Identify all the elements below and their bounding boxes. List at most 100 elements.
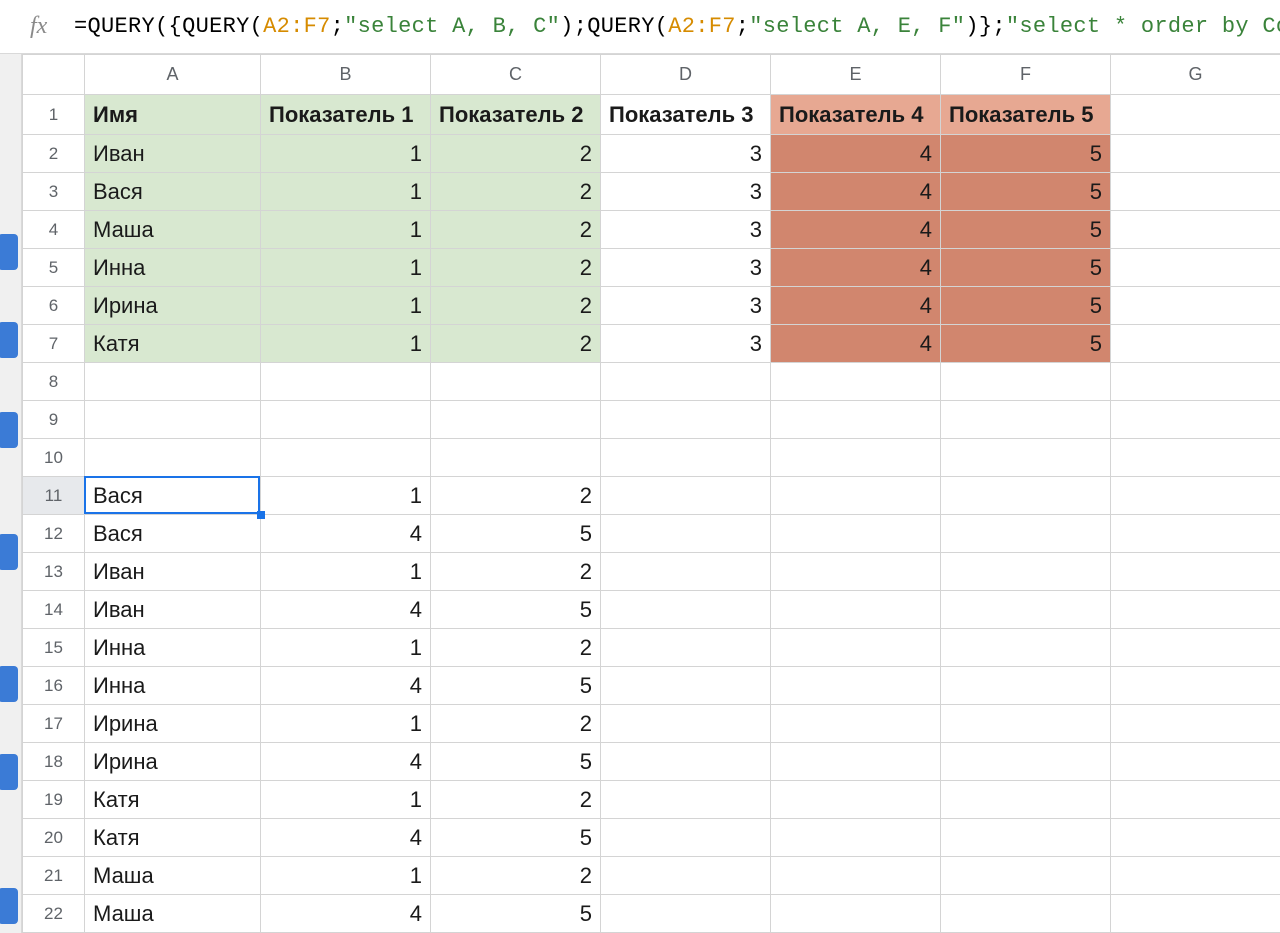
cell[interactable]: Иван [85,591,261,629]
col-header-f[interactable]: F [941,55,1111,95]
cell[interactable] [771,515,941,553]
row-header[interactable]: 22 [23,895,85,933]
cell[interactable]: 1 [261,325,431,363]
cell[interactable]: 5 [941,325,1111,363]
cell[interactable]: 5 [941,249,1111,287]
cell[interactable] [601,895,771,933]
cell[interactable]: Вася [85,515,261,553]
cell[interactable] [941,629,1111,667]
row-header[interactable]: 10 [23,439,85,477]
cell[interactable]: 1 [261,211,431,249]
col-header-a[interactable]: A [85,55,261,95]
cell[interactable] [601,857,771,895]
cell[interactable]: 1 [261,135,431,173]
cell[interactable]: Иван [85,553,261,591]
cell[interactable] [601,819,771,857]
cell[interactable]: Инна [85,249,261,287]
cell[interactable]: Вася [85,173,261,211]
cell[interactable]: 4 [261,895,431,933]
cell[interactable]: Маша [85,857,261,895]
cell[interactable]: 4 [771,135,941,173]
cell[interactable]: 2 [431,477,601,515]
row-header[interactable]: 5 [23,249,85,287]
row-header[interactable]: 11 [23,477,85,515]
row-header[interactable]: 2 [23,135,85,173]
cell[interactable] [771,591,941,629]
cell[interactable] [1111,743,1280,781]
row-header[interactable]: 15 [23,629,85,667]
formula-input[interactable]: =QUERY({QUERY(A2:F7;"select A, B, C");QU… [74,14,1280,39]
cell[interactable]: Инна [85,667,261,705]
table-row[interactable]: 14 Иван 4 5 [23,591,1280,629]
cell[interactable] [85,439,261,477]
cell[interactable]: Маша [85,895,261,933]
cell[interactable]: 1 [261,629,431,667]
cell[interactable] [941,591,1111,629]
cell[interactable]: 2 [431,211,601,249]
cell[interactable] [771,363,941,401]
cell[interactable] [941,895,1111,933]
cell[interactable]: Инна [85,629,261,667]
cell[interactable] [431,363,601,401]
cell[interactable]: 5 [941,135,1111,173]
row-header[interactable]: 8 [23,363,85,401]
cell[interactable] [261,439,431,477]
cell[interactable] [771,857,941,895]
cell[interactable] [941,515,1111,553]
cell[interactable]: Катя [85,325,261,363]
table-row[interactable]: 10 [23,439,1280,477]
cell[interactable] [1111,553,1280,591]
table-row[interactable]: 19 Катя 1 2 [23,781,1280,819]
cell[interactable]: 5 [431,819,601,857]
cell[interactable]: 4 [261,591,431,629]
cell[interactable] [1111,325,1280,363]
cell[interactable]: 2 [431,173,601,211]
cell[interactable] [601,667,771,705]
cell[interactable]: 4 [261,667,431,705]
cell[interactable] [1111,173,1280,211]
cell[interactable]: Маша [85,211,261,249]
cell[interactable] [941,819,1111,857]
cell[interactable] [601,629,771,667]
cell[interactable] [601,743,771,781]
cell[interactable] [1111,667,1280,705]
table-row[interactable]: 5 Инна 1 2 3 4 5 [23,249,1280,287]
cell[interactable] [771,705,941,743]
table-row[interactable]: 20 Катя 4 5 [23,819,1280,857]
col-header-e[interactable]: E [771,55,941,95]
cell[interactable]: 3 [601,211,771,249]
table-row[interactable]: 8 [23,363,1280,401]
select-all-cell[interactable] [23,55,85,95]
col-header-g[interactable]: G [1111,55,1280,95]
row-header[interactable]: 21 [23,857,85,895]
cell[interactable]: 4 [771,325,941,363]
cell[interactable]: 5 [431,743,601,781]
cell[interactable] [1111,95,1280,135]
row-header[interactable]: 1 [23,95,85,135]
table-row[interactable]: 17 Ирина 1 2 [23,705,1280,743]
cell[interactable] [601,439,771,477]
cell[interactable] [771,629,941,667]
cell[interactable] [1111,249,1280,287]
cell[interactable] [601,591,771,629]
row-header[interactable]: 17 [23,705,85,743]
table-row[interactable]: 22 Маша 4 5 [23,895,1280,933]
cell[interactable]: Ирина [85,743,261,781]
cell[interactable] [601,515,771,553]
row-header[interactable]: 9 [23,401,85,439]
cell[interactable]: 2 [431,857,601,895]
cell[interactable] [1111,629,1280,667]
cell[interactable] [1111,287,1280,325]
cell[interactable] [601,401,771,439]
table-row[interactable]: 4 Маша 1 2 3 4 5 [23,211,1280,249]
column-headers[interactable]: A B C D E F G [23,55,1280,95]
cell[interactable] [1111,477,1280,515]
cell[interactable] [1111,819,1280,857]
cell[interactable] [431,401,601,439]
cell[interactable]: 2 [431,553,601,591]
cell[interactable]: 2 [431,287,601,325]
table-row[interactable]: 13 Иван 1 2 [23,553,1280,591]
cell[interactable] [941,553,1111,591]
cell[interactable] [1111,515,1280,553]
row-header[interactable]: 6 [23,287,85,325]
